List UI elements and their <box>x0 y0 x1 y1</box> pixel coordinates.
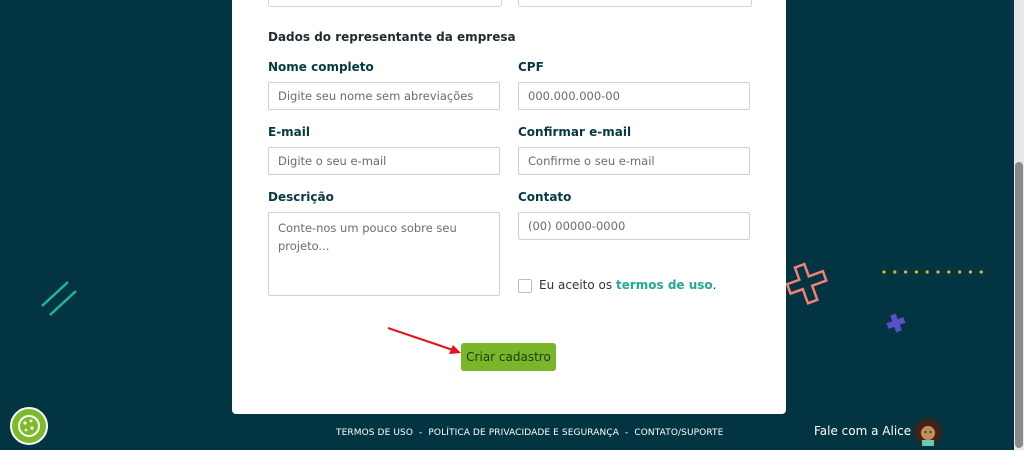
decor-dot <box>882 270 886 274</box>
contato-input[interactable]: (00) 00000-0000 <box>518 212 750 240</box>
nome-label: Nome completo <box>268 60 374 74</box>
decor-dot <box>979 270 983 274</box>
decor-dots <box>882 270 983 274</box>
decor-lines <box>41 281 77 316</box>
nome-input[interactable]: Digite seu nome sem abreviações <box>268 82 500 110</box>
decor-dot <box>904 270 908 274</box>
cpf-label: CPF <box>518 60 544 74</box>
decor-dot <box>936 270 940 274</box>
email-label: E-mail <box>268 125 311 139</box>
footer-link-privacidade[interactable]: POLÍTICA DE PRIVACIDADE E SEGURANÇA <box>428 428 619 438</box>
footer-link-termos[interactable]: TERMOS DE USO <box>336 428 413 438</box>
section-title: Dados do representante da empresa <box>268 30 516 44</box>
decor-dot <box>947 270 951 274</box>
decor-dot <box>893 270 897 274</box>
footer-links: TERMOS DE USO - POLÍTICA DE PRIVACIDADE E … <box>336 428 723 438</box>
decor-dot <box>958 270 962 274</box>
decor-dot <box>925 270 929 274</box>
terms-text: Eu aceito os termos de uso. <box>539 278 716 292</box>
terms-link[interactable]: termos de uso <box>616 278 713 292</box>
confirm-email-label: Confirmar e-mail <box>518 125 632 139</box>
scrollbar-thumb[interactable] <box>1015 162 1023 448</box>
decor-dot <box>968 270 972 274</box>
previous-field-bottom[interactable] <box>268 0 502 7</box>
decor-cross-purple <box>886 313 906 333</box>
terms-prefix: Eu aceito os <box>539 278 616 292</box>
email-input[interactable]: Digite o seu e-mail <box>268 147 500 175</box>
page-scrollbar[interactable] <box>1014 0 1024 450</box>
footer-link-contato[interactable]: CONTATO/SUPORTE <box>634 428 723 438</box>
create-account-button[interactable]: Criar cadastro <box>461 343 556 371</box>
descricao-textarea[interactable]: Conte-nos um pouco sobre seu projeto... <box>268 212 500 296</box>
decor-dot <box>914 270 918 274</box>
footer-separator: - <box>625 428 629 438</box>
chat-label[interactable]: Fale com a Alice <box>814 424 911 438</box>
descricao-label: Descrição <box>268 190 334 204</box>
contato-label: Contato <box>518 190 572 204</box>
registration-form-card: Dados do representante da empresa Nome c… <box>232 0 786 414</box>
chat-avatar-icon[interactable] <box>914 418 942 446</box>
cpf-input[interactable]: 000.000.000-00 <box>518 82 750 110</box>
footer-separator: - <box>419 428 423 438</box>
cookie-settings-icon[interactable] <box>10 407 48 445</box>
previous-field-bottom[interactable] <box>518 0 752 7</box>
terms-suffix: . <box>712 278 717 292</box>
confirm-email-input[interactable]: Confirme o seu e-mail <box>518 147 750 175</box>
annotation-arrow <box>387 327 461 354</box>
terms-checkbox[interactable] <box>518 279 532 293</box>
decor-cross-pink <box>785 262 828 305</box>
